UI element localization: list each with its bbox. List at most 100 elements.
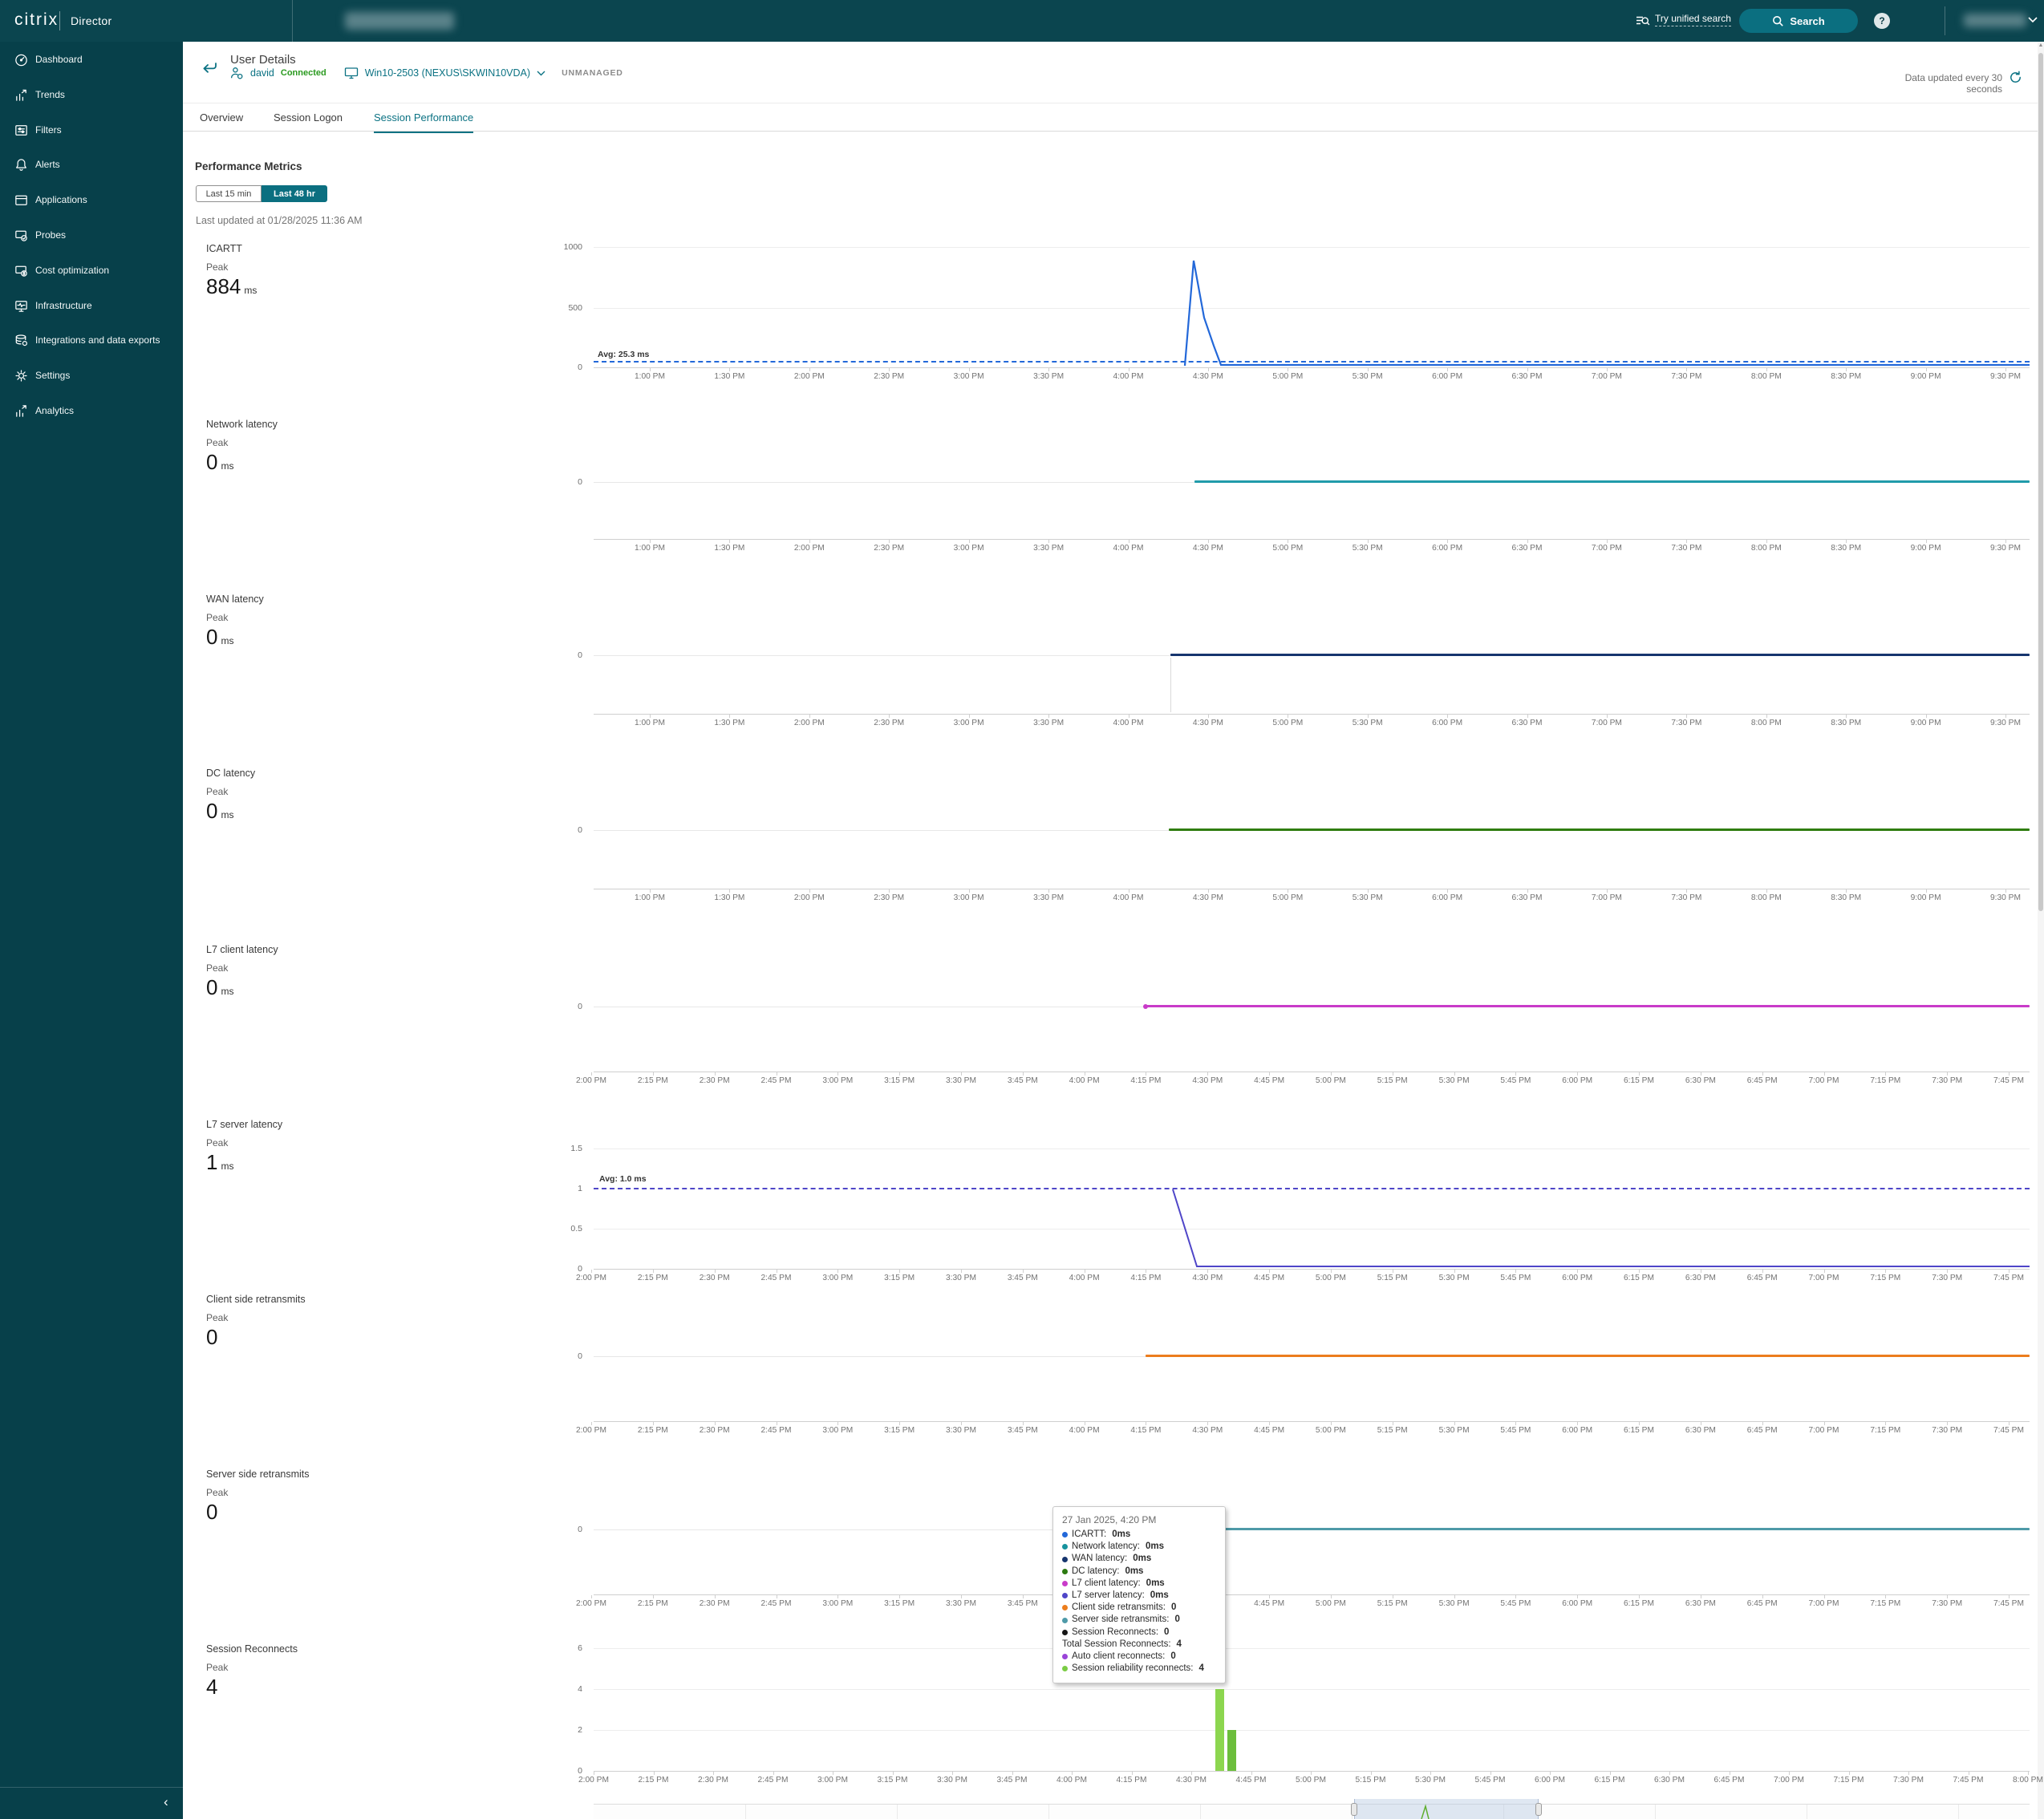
- x-axis-label: 6:00 PM: [1421, 719, 1473, 727]
- chart-crosshair: [1170, 658, 1171, 712]
- x-axis-label: 7:45 PM: [1983, 1076, 2034, 1085]
- tooltip-metric-value: 0ms: [1146, 1541, 1164, 1553]
- x-axis-label: 4:00 PM: [1103, 893, 1154, 902]
- reconnect-bar[interactable]: [1215, 1689, 1224, 1771]
- unified-search-hint[interactable]: Try unified search: [1655, 13, 1731, 26]
- x-axis-label: 6:45 PM: [1737, 1076, 1788, 1085]
- x-axis-label: 4:45 PM: [1243, 1426, 1295, 1435]
- sidebar-item-label: Dashboard: [35, 54, 83, 65]
- navigator-right-handle[interactable]: [1535, 1803, 1542, 1816]
- x-axis-label: 3:00 PM: [943, 372, 995, 381]
- sidebar-item-applications[interactable]: Applications: [0, 185, 183, 216]
- x-axis-tick: [1311, 1772, 1312, 1775]
- x-axis-tick: [889, 889, 890, 893]
- x-axis-label: 5:30 PM: [1405, 1776, 1456, 1785]
- x-axis-label: 6:30 PM: [1502, 544, 1553, 553]
- user-name-link[interactable]: david: [250, 67, 274, 79]
- chart-title-session-reconnects: Session Reconnects: [206, 1643, 298, 1655]
- analytics-icon: [14, 403, 29, 419]
- range-navigator-track[interactable]: [594, 1804, 2030, 1819]
- tab-session-logon[interactable]: Session Logon: [274, 111, 343, 131]
- sidebar-item-filters[interactable]: Filters: [0, 115, 183, 146]
- help-icon[interactable]: ?: [1874, 13, 1890, 29]
- x-axis-label: 5:00 PM: [1305, 1076, 1357, 1085]
- machine-chevron-down-icon[interactable]: [537, 71, 545, 76]
- x-axis-tick: [653, 1422, 654, 1425]
- x-axis-label: 4:30 PM: [1182, 893, 1234, 902]
- series-color-dot: [1062, 1666, 1068, 1671]
- scrollbar-up-arrow[interactable]: ▲: [2038, 43, 2044, 48]
- back-button[interactable]: [200, 59, 219, 79]
- toggle-last-15-min[interactable]: Last 15 min: [196, 185, 262, 202]
- x-axis-tick: [653, 1270, 654, 1273]
- reconnect-bar[interactable]: [1227, 1730, 1236, 1771]
- x-axis-label: 6:00 PM: [1551, 1599, 1603, 1608]
- x-axis-tick: [1846, 715, 1847, 718]
- y-axis-label: 0: [502, 363, 582, 372]
- x-axis-label: 8:30 PM: [1820, 372, 1872, 381]
- x-axis-tick: [591, 1595, 592, 1598]
- machine-name-link[interactable]: Win10-2503 (NEXUS\SKWIN10VDA): [365, 67, 530, 79]
- navigator-left-handle[interactable]: [1351, 1803, 1357, 1816]
- x-axis-tick: [1766, 715, 1767, 718]
- x-axis-label: 9:00 PM: [1900, 893, 1952, 902]
- account-chevron-down-icon[interactable]: [2028, 17, 2038, 23]
- x-axis-label: 6:30 PM: [1502, 719, 1553, 727]
- sidebar-item-alerts[interactable]: Alerts: [0, 150, 183, 180]
- x-axis-tick: [1368, 368, 1369, 371]
- tooltip-row-network-latency: Network latency:0ms: [1062, 1541, 1216, 1553]
- sidebar-item-label: Integrations and data exports: [35, 334, 160, 346]
- sidebar-item-settings[interactable]: Settings: [0, 361, 183, 391]
- tab-overview[interactable]: Overview: [200, 111, 243, 131]
- range-navigator-selection[interactable]: [1354, 1799, 1539, 1819]
- tab-session-performance[interactable]: Session Performance: [374, 111, 473, 133]
- sidebar-collapse-button[interactable]: ‹: [0, 1787, 183, 1819]
- x-axis-tick: [1607, 368, 1608, 371]
- x-axis-label: 5:00 PM: [1285, 1776, 1336, 1785]
- chart-title-wan-latency: WAN latency: [206, 594, 264, 605]
- tooltip-metric-value: 0ms: [1150, 1590, 1169, 1602]
- toggle-last-48-hr[interactable]: Last 48 hr: [262, 185, 327, 202]
- search-button[interactable]: Search: [1739, 9, 1858, 33]
- sidebar-item-probes[interactable]: Probes: [0, 221, 183, 251]
- sidebar-item-analytics[interactable]: Analytics: [0, 396, 183, 427]
- x-axis-label: 9:30 PM: [1980, 372, 2031, 381]
- x-axis-label: 8:00 PM: [1741, 719, 1792, 727]
- x-axis-tick: [1947, 1270, 1948, 1273]
- sidebar-item-dashboard[interactable]: Dashboard: [0, 45, 183, 75]
- scrollbar-thumb[interactable]: [2038, 53, 2043, 911]
- chart-peak-label-dc-latency: Peak: [206, 786, 228, 797]
- x-axis-label: 8:00 PM: [1741, 893, 1792, 902]
- x-axis-tick: [729, 715, 730, 718]
- x-axis-label: 8:00 PM: [1741, 544, 1792, 553]
- x-axis-tick: [837, 1072, 838, 1076]
- x-axis-tick: [1331, 1270, 1332, 1273]
- x-axis-label: 8:30 PM: [1820, 544, 1872, 553]
- navigator-gridline: [745, 1805, 746, 1819]
- x-axis-tick: [1048, 715, 1049, 718]
- sidebar-item-cost-optimization[interactable]: Cost optimization: [0, 256, 183, 286]
- x-axis-tick: [1926, 889, 1927, 893]
- x-axis-tick: [1269, 1595, 1270, 1598]
- x-axis-label: 2:15 PM: [627, 1426, 679, 1435]
- x-axis-tick: [2005, 715, 2006, 718]
- x-axis-label: 5:00 PM: [1262, 719, 1313, 727]
- tooltip-metric-label: DC latency:: [1072, 1566, 1119, 1578]
- x-axis-tick: [2005, 540, 2006, 543]
- x-axis-tick: [889, 715, 890, 718]
- x-axis-label: 1:00 PM: [624, 719, 675, 727]
- filters-icon: [14, 123, 29, 138]
- x-axis-label: 6:00 PM: [1421, 893, 1473, 902]
- tooltip-metric-label: ICARTT:: [1072, 1529, 1106, 1541]
- sidebar-item-integrations-and-data-exports[interactable]: Integrations and data exports: [0, 326, 183, 356]
- unified-search-icon[interactable]: [1635, 14, 1650, 29]
- x-axis-label: 5:15 PM: [1367, 1426, 1418, 1435]
- series-color-dot: [1062, 1557, 1068, 1562]
- x-axis-tick: [1947, 1072, 1948, 1076]
- x-axis-tick: [1012, 1772, 1013, 1775]
- x-axis-tick: [961, 1270, 962, 1273]
- sidebar-item-trends[interactable]: Trends: [0, 80, 183, 111]
- y-axis-label: 500: [502, 303, 582, 313]
- sidebar-item-infrastructure[interactable]: Infrastructure: [0, 291, 183, 322]
- refresh-icon[interactable]: [2009, 71, 2022, 84]
